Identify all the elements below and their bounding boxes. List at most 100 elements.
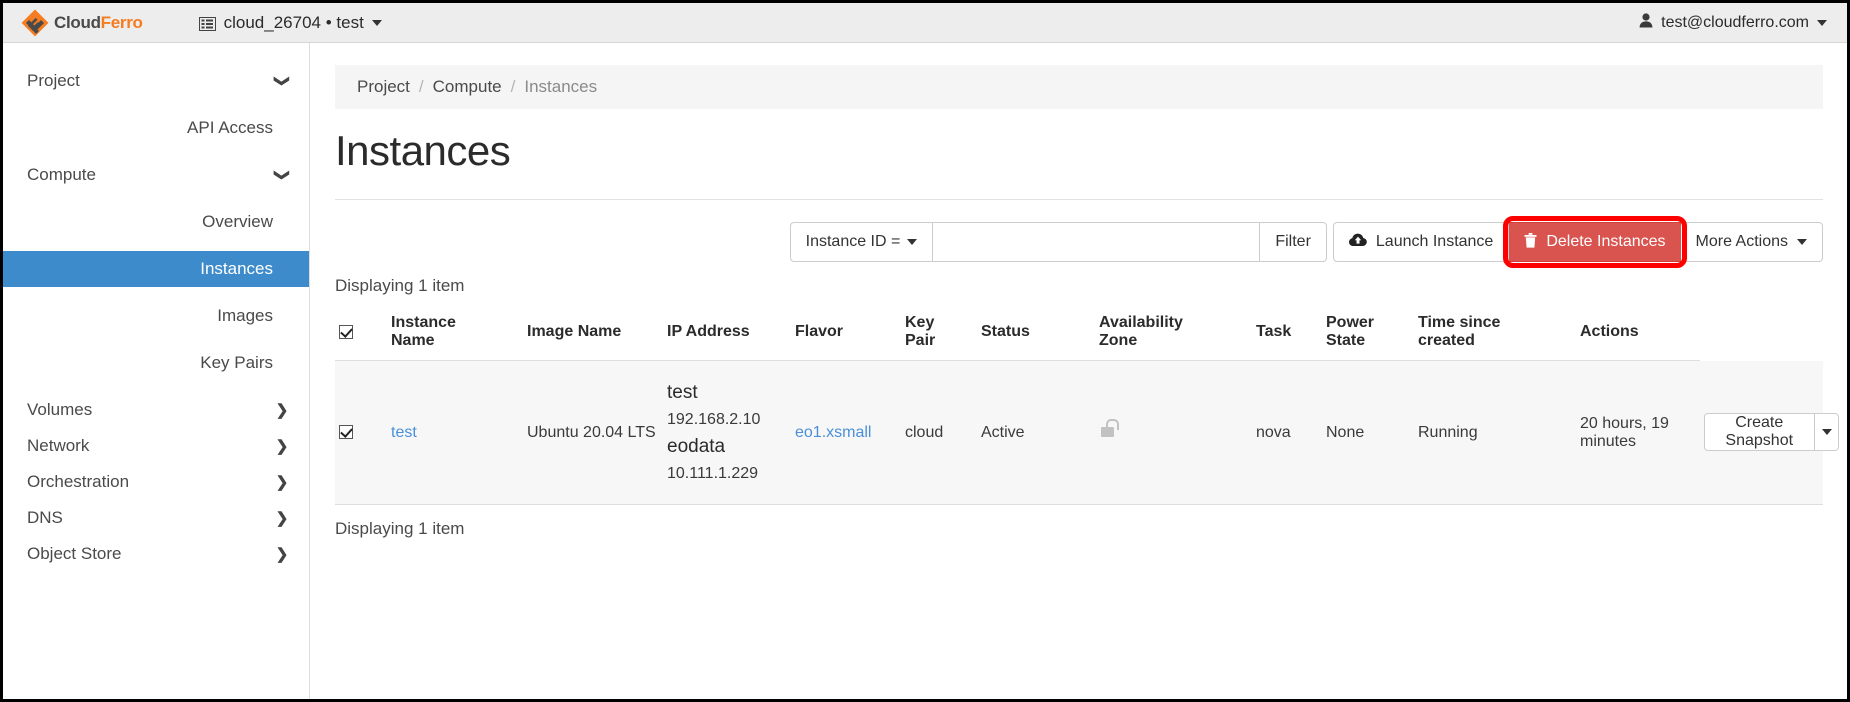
instances-table: Instance Name Image Name IP Address Flav… xyxy=(335,304,1823,505)
column-header-task[interactable]: Task xyxy=(1252,304,1322,361)
top-navbar: CloudFerro cloud_26704 • test xyxy=(3,3,1847,43)
filter-field-select[interactable]: Instance ID = xyxy=(790,222,934,262)
sidebar-item-label: Key Pairs xyxy=(200,353,291,373)
delete-instances-label: Delete Instances xyxy=(1546,233,1665,251)
sidebar-item-overview[interactable]: Overview xyxy=(3,204,309,240)
sidebar-item-api-access[interactable]: API Access xyxy=(3,110,309,146)
cell-time-since-created: 20 hours, 19 minutes xyxy=(1576,361,1700,505)
cloudferro-diamond-logo xyxy=(20,8,50,38)
browser-page: CloudFerro cloud_26704 • test xyxy=(0,0,1850,702)
cell-task: None xyxy=(1322,361,1414,505)
col-line1: Status xyxy=(981,323,1091,341)
checkbox-checked-icon[interactable] xyxy=(339,325,353,339)
column-header-ip-address[interactable]: IP Address xyxy=(663,304,791,361)
filter-button[interactable]: Filter xyxy=(1260,222,1327,262)
chevron-down-icon xyxy=(372,20,382,26)
user-menu[interactable]: test@cloudferro.com xyxy=(1639,3,1827,43)
chevron-right-icon xyxy=(273,401,291,419)
sidebar-item-project[interactable]: Project xyxy=(3,63,309,99)
col-line1: Key xyxy=(905,314,973,332)
select-all-header[interactable] xyxy=(335,304,387,361)
sidebar-item-orchestration[interactable]: Orchestration xyxy=(3,464,309,500)
caret-down-icon xyxy=(1822,429,1832,435)
column-header-key-pair[interactable]: Key Pair xyxy=(901,304,977,361)
col-line2: Name xyxy=(391,332,519,350)
sidebar-item-label: Orchestration xyxy=(27,472,129,492)
trash-icon xyxy=(1524,233,1537,252)
chevron-down-icon xyxy=(273,72,291,90)
col-line1: IP Address xyxy=(667,323,787,341)
sidebar-item-network[interactable]: Network xyxy=(3,428,309,464)
col-line1: Flavor xyxy=(795,323,897,341)
column-header-instance-name[interactable]: Instance Name xyxy=(387,304,523,361)
cell-flavor: eo1.xsmall xyxy=(791,361,901,505)
cell-image-name: Ubuntu 20.04 LTS xyxy=(523,361,663,505)
col-line1: Actions xyxy=(1580,323,1696,341)
sidebar-item-images[interactable]: Images xyxy=(3,298,309,334)
row-actions-dropdown-toggle[interactable] xyxy=(1815,413,1839,451)
displaying-count-top: Displaying 1 item xyxy=(335,276,1823,296)
sidebar-item-label: Overview xyxy=(202,212,291,232)
sidebar-item-compute[interactable]: Compute xyxy=(3,157,309,193)
flavor-link[interactable]: eo1.xsmall xyxy=(795,424,871,441)
cell-lock-state xyxy=(1095,361,1252,505)
title-divider xyxy=(335,199,1823,200)
breadcrumb-item-compute[interactable]: Compute xyxy=(433,77,502,97)
cell-availability-zone: nova xyxy=(1252,361,1322,505)
checkbox-checked-icon[interactable] xyxy=(339,425,353,439)
column-header-status[interactable]: Status xyxy=(977,304,1095,361)
cell-status: Active xyxy=(977,361,1095,505)
column-header-flavor[interactable]: Flavor xyxy=(791,304,901,361)
delete-instances-button[interactable]: Delete Instances xyxy=(1509,222,1680,262)
network-name: eodata xyxy=(667,436,787,458)
cell-instance-name: test xyxy=(387,361,523,505)
project-switcher[interactable]: cloud_26704 • test xyxy=(199,13,382,33)
table-row: test Ubuntu 20.04 LTS test 192.168.2.10 … xyxy=(335,361,1823,505)
logo-word-ferro: Ferro xyxy=(101,13,143,32)
chevron-right-icon xyxy=(273,545,291,563)
sidebar-item-key-pairs[interactable]: Key Pairs xyxy=(3,345,309,381)
table-toolbar: Instance ID = Filter Launch Instance xyxy=(335,222,1823,262)
create-snapshot-button[interactable]: Create Snapshot xyxy=(1704,413,1815,451)
sidebar-item-label: Network xyxy=(27,436,89,456)
cell-ip-address: test 192.168.2.10 eodata 10.111.1.229 xyxy=(663,361,791,505)
cell-power-state: Running xyxy=(1414,361,1576,505)
caret-down-icon xyxy=(1797,239,1807,245)
col-line2: State xyxy=(1326,332,1410,350)
col-line2: Pair xyxy=(905,332,973,350)
breadcrumb-item-project[interactable]: Project xyxy=(357,77,410,97)
column-header-power-state[interactable]: Power State xyxy=(1322,304,1414,361)
breadcrumb-item-instances: Instances xyxy=(524,77,597,97)
unlocked-padlock-icon xyxy=(1101,427,1114,437)
column-header-time-since-created[interactable]: Time since created xyxy=(1414,304,1576,361)
sidebar-item-volumes[interactable]: Volumes xyxy=(3,392,309,428)
more-actions-button[interactable]: More Actions xyxy=(1681,222,1823,262)
displaying-count-bottom: Displaying 1 item xyxy=(335,519,1823,539)
sidebar-item-dns[interactable]: DNS xyxy=(3,500,309,536)
search-input[interactable] xyxy=(933,222,1260,262)
main-content: Project / Compute / Instances Instances … xyxy=(311,43,1847,699)
row-select-cell[interactable] xyxy=(335,361,387,505)
column-header-image-name[interactable]: Image Name xyxy=(523,304,663,361)
chevron-down-icon xyxy=(1817,20,1827,26)
chevron-right-icon xyxy=(273,437,291,455)
network-ip: 10.111.1.229 xyxy=(667,465,787,483)
instance-name-link[interactable]: test xyxy=(391,424,417,441)
sidebar-navigation: Project API Access Compute Overview Instance… xyxy=(3,43,310,699)
column-header-actions: Actions xyxy=(1576,304,1700,361)
col-line1: Power xyxy=(1326,314,1410,332)
instance-actions-group: Launch Instance Delete Instances More Ac… xyxy=(1333,222,1823,262)
logo-wordmark: CloudFerro xyxy=(54,13,143,33)
launch-instance-button[interactable]: Launch Instance xyxy=(1333,222,1509,262)
col-line1: Instance xyxy=(391,314,519,332)
cell-actions: Create Snapshot xyxy=(1700,361,1824,505)
cloudferro-logo[interactable]: CloudFerro xyxy=(20,8,143,38)
chevron-right-icon xyxy=(273,473,291,491)
column-header-availability-zone[interactable]: Availability Zone xyxy=(1095,304,1252,361)
chevron-down-icon xyxy=(273,166,291,184)
sidebar-item-label: DNS xyxy=(27,508,63,528)
cloud-upload-icon xyxy=(1349,233,1367,252)
sidebar-item-instances[interactable]: Instances xyxy=(3,251,309,287)
sidebar-item-object-store[interactable]: Object Store xyxy=(3,536,309,572)
breadcrumb-separator: / xyxy=(419,77,424,97)
